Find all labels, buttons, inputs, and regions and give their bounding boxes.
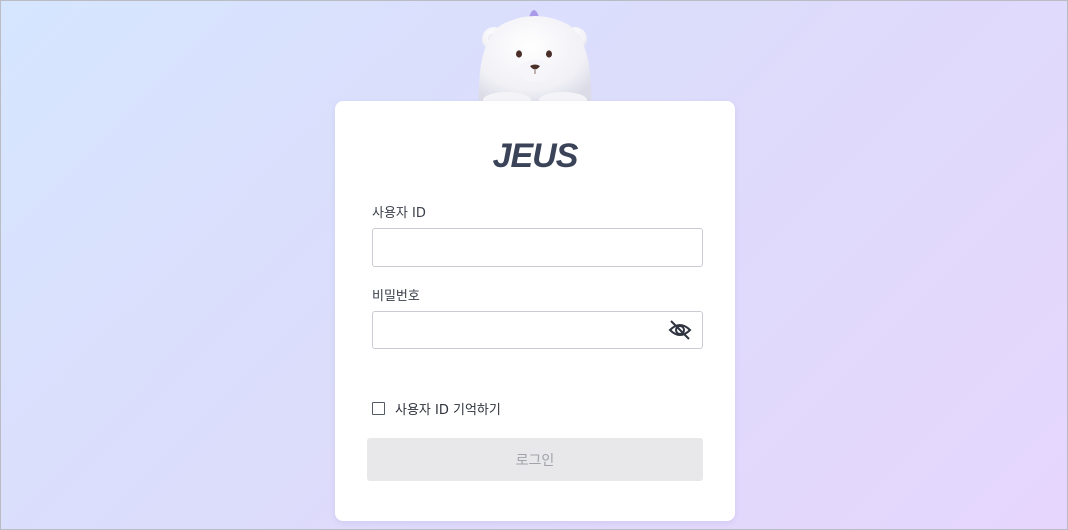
- remember-checkbox[interactable]: [372, 401, 385, 415]
- password-input[interactable]: [372, 311, 703, 349]
- eye-slash-icon[interactable]: [668, 319, 692, 341]
- login-card: JEUS 사용자 ID 비밀번호 사용자 ID 기억하기 로그인: [335, 101, 735, 521]
- user-id-input[interactable]: [372, 228, 703, 267]
- remember-user-id[interactable]: 사용자 ID 기억하기: [372, 400, 501, 418]
- remember-label: 사용자 ID 기억하기: [395, 402, 501, 418]
- login-button[interactable]: 로그인: [367, 438, 703, 481]
- jeus-logo: JEUS: [492, 137, 579, 175]
- user-id-label: 사용자 ID: [372, 206, 426, 221]
- polar-bear-mascot: [478, 10, 592, 103]
- password-label: 비밀번호: [372, 289, 420, 304]
